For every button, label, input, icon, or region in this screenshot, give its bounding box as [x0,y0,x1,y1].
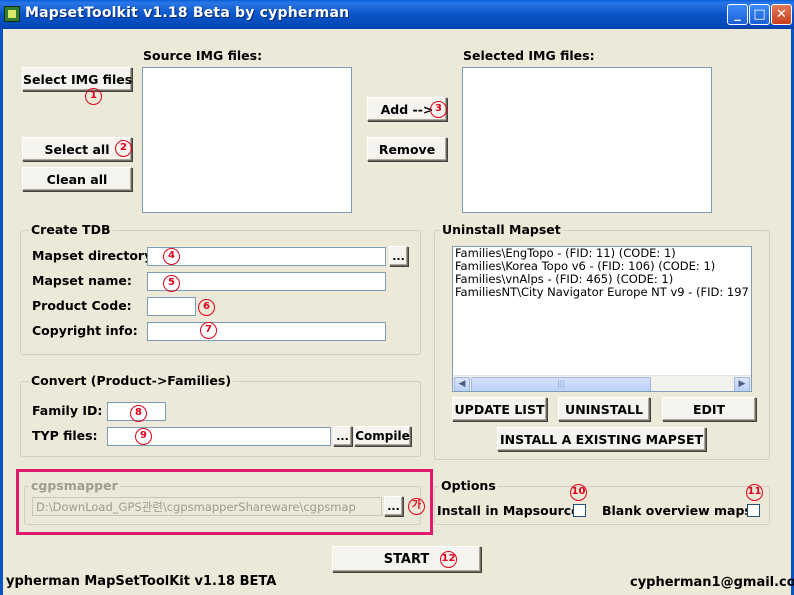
mapset-directory-input[interactable] [147,247,386,266]
options-title: Options [439,478,498,493]
blank-overview-maps-checkbox[interactable] [747,504,760,517]
annotation-marker-2: 2 [115,140,132,157]
product-code-input[interactable] [147,297,196,316]
horizontal-scrollbar[interactable]: ◀ ||| ▶ [453,375,751,391]
compile-button[interactable]: Compile [354,426,411,446]
list-item[interactable]: FamiliesNT\City Navigator Europe NT v9 -… [453,286,751,299]
status-bar-left: ypherman MapSetToolKit v1.18 BETA [6,574,277,589]
clean-all-button[interactable]: Clean all [22,167,132,191]
family-id-label: Family ID: [32,403,103,418]
selected-img-list[interactable] [462,67,712,213]
typ-files-label: TYP files: [32,428,98,443]
copyright-info-label: Copyright info: [32,323,138,338]
mapset-name-input[interactable] [147,272,386,291]
app-icon[interactable] [4,6,20,22]
status-bar-email: cypherman1@gmail.com [630,575,794,590]
close-button[interactable]: ✕ [771,4,792,25]
window-title: MapsetToolkit v1.18 Beta by cypherman [25,5,350,21]
product-code-label: Product Code: [32,298,132,313]
annotation-marker-6: 6 [198,299,215,316]
scroll-right-icon[interactable]: ▶ [734,377,750,391]
install-in-mapsource-label: Install in Mapsource: [437,503,585,518]
minimize-icon: _ [734,7,741,22]
convert-title: Convert (Product->Families) [29,373,234,388]
edit-button[interactable]: EDIT [662,397,756,421]
annotation-marker-ga: 가 [408,498,425,515]
source-img-label: Source IMG files: [143,48,263,63]
start-button[interactable]: START [332,546,481,572]
maximize-icon: □ [753,7,766,22]
select-img-files-button[interactable]: Select IMG files [22,67,132,91]
blank-overview-maps-label: Blank overview maps: [602,503,757,518]
annotation-marker-4: 4 [163,248,180,265]
minimize-button[interactable]: _ [727,4,748,25]
install-in-mapsource-checkbox[interactable] [573,504,586,517]
mapset-name-label: Mapset name: [32,273,132,288]
annotation-marker-5: 5 [163,275,180,292]
annotation-marker-11: 11 [746,484,763,501]
installed-mapset-list[interactable]: Families\EngTopo - (FID: 11) (CODE: 1) F… [452,246,752,392]
maximize-button[interactable]: □ [749,4,770,25]
install-existing-mapset-button[interactable]: INSTALL A EXISTING MAPSET [497,427,706,451]
remove-button[interactable]: Remove [367,137,447,161]
window-left-border [0,29,3,595]
typ-files-browse-button[interactable]: ... [333,426,352,446]
title-bar: MapsetToolkit v1.18 Beta by cypherman _ … [0,0,794,29]
mapset-directory-label: Mapset directory: [32,248,158,263]
close-icon: ✕ [776,7,787,22]
annotation-marker-7: 7 [200,322,217,339]
annotation-marker-9: 9 [135,428,152,445]
selected-img-label: Selected IMG files: [463,48,595,63]
annotation-marker-12: 12 [440,551,457,568]
annotation-marker-10: 10 [570,484,587,501]
scrollbar-thumb[interactable]: ||| [471,377,651,391]
mapset-directory-browse-button[interactable]: ... [389,246,408,266]
update-list-button[interactable]: UPDATE LIST [452,397,547,421]
annotation-marker-1: 1 [85,88,102,105]
cgpsmapper-highlight-box [16,469,433,535]
uninstall-button[interactable]: UNINSTALL [558,397,650,421]
copyright-info-input[interactable] [147,322,386,341]
source-img-list[interactable] [142,67,352,213]
uninstall-mapset-title: Uninstall Mapset [440,222,563,237]
annotation-marker-8: 8 [130,405,147,422]
create-tdb-title: Create TDB [29,222,113,237]
annotation-marker-3: 3 [430,101,447,118]
scroll-left-icon[interactable]: ◀ [454,377,470,391]
